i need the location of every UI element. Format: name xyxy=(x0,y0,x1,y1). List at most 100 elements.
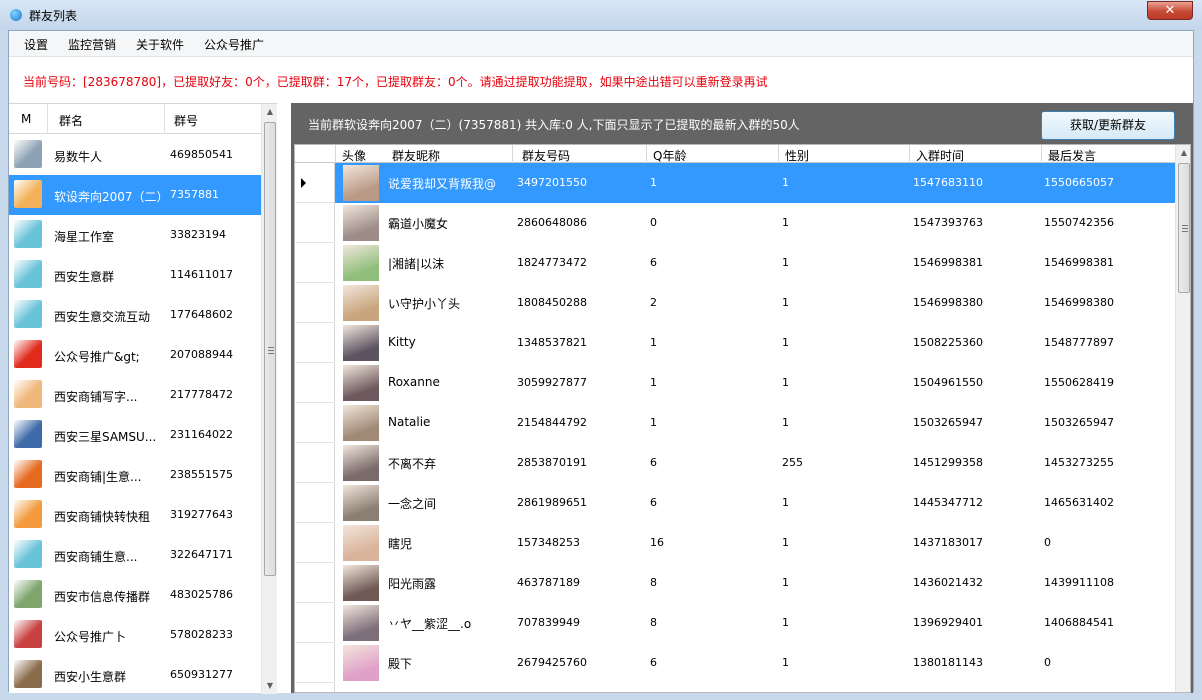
member-row[interactable]: 一念之间 2861989651 6 1 1445347712 1465631402 xyxy=(335,483,1175,523)
member-age-cell: 1 xyxy=(650,336,657,349)
group-list-item[interactable]: 西安三星SAMSU... 231164022 xyxy=(9,415,261,455)
member-row[interactable]: い守护小丫头 1808450288 2 1 1546998380 1546998380 xyxy=(335,283,1175,323)
row-selector[interactable] xyxy=(295,403,335,443)
member-row[interactable]: 丷ヤ__紫涩__.o 707839949 8 1 1396929401 140688454… xyxy=(335,603,1175,643)
column-header-q-age[interactable]: Q年龄 xyxy=(653,147,686,164)
group-list-item[interactable]: 西安商铺|生意... 238551575 xyxy=(9,455,261,495)
member-sex-cell: 1 xyxy=(782,336,789,349)
group-list-header: M 群名 群号 xyxy=(9,104,261,134)
menu-monitor-marketing[interactable]: 监控营销 xyxy=(68,36,116,53)
group-list-item[interactable]: 易数牛人 469850541 xyxy=(9,135,261,175)
group-list-panel: M 群名 群号 易数牛人 469850541 软设奔向2007（二） 7357881 海… xyxy=(9,103,277,695)
group-number: 469850541 xyxy=(170,148,233,161)
row-selector[interactable] xyxy=(295,483,335,523)
member-avatar xyxy=(343,285,379,321)
grip-line xyxy=(1182,228,1188,229)
group-list-item[interactable]: 西安商铺写字... 217778472 xyxy=(9,375,261,415)
member-row[interactable]: Roxanne 3059927877 1 1 1504961550 1550628419 xyxy=(335,363,1175,403)
row-selector[interactable] xyxy=(295,603,335,643)
column-header-avatar[interactable]: 头像 xyxy=(342,147,366,164)
member-join-cell: 1380181143 xyxy=(913,656,983,669)
group-list-item[interactable]: 西安小生意群 650931277 xyxy=(9,655,261,695)
row-selector[interactable] xyxy=(295,163,335,203)
group-list-item[interactable]: 西安市信息传播群 483025786 xyxy=(9,575,261,615)
group-list-item[interactable]: 公众号推广卜 578028233 xyxy=(9,615,261,655)
scroll-down-arrow-icon[interactable]: ▼ xyxy=(262,678,278,694)
column-header-last-speak[interactable]: 最后发言 xyxy=(1048,147,1096,164)
column-header-nickname[interactable]: 群友昵称 xyxy=(392,147,440,164)
member-sex-cell: 1 xyxy=(782,576,789,589)
refresh-members-button[interactable]: 获取/更新群友 xyxy=(1041,111,1175,140)
group-list-item[interactable]: 公众号推广&gt; 207088944 xyxy=(9,335,261,375)
menu-about[interactable]: 关于软件 xyxy=(136,36,184,53)
member-sex-cell: 1 xyxy=(782,496,789,509)
title-bar[interactable]: 群友列表 ✕ xyxy=(0,0,1202,30)
member-row[interactable]: 说爱我却又背叛我@ 3497201550 1 1 1547683110 155066505… xyxy=(335,163,1175,203)
member-row[interactable]: 殿下 2679425760 6 1 1380181143 0 xyxy=(335,643,1175,683)
row-selector[interactable] xyxy=(295,203,335,243)
scroll-up-arrow-icon[interactable]: ▲ xyxy=(262,104,278,120)
grip-line xyxy=(1182,225,1188,226)
member-last-cell: 1546998380 xyxy=(1044,296,1114,309)
member-qq-cell: 1824773472 xyxy=(517,256,587,269)
member-row[interactable]: Natalie 2154844792 1 1 1503265947 1503265947 xyxy=(335,403,1175,443)
current-row-arrow-icon xyxy=(301,178,306,188)
group-list-item[interactable]: 西安生意交流互动 177648602 xyxy=(9,295,261,335)
member-row[interactable]: 阳光雨露 463787189 8 1 1436021432 1439911108 xyxy=(335,563,1175,603)
member-sex-cell: 255 xyxy=(782,456,803,469)
row-selector[interactable] xyxy=(295,323,335,363)
menu-settings[interactable]: 设置 xyxy=(24,36,48,53)
group-list-item[interactable]: 海星工作室 33823194 xyxy=(9,215,261,255)
column-divider xyxy=(1041,145,1042,163)
client-area: 设置 监控营销 关于软件 公众号推广 当前号码：[283678780]，已提取好… xyxy=(8,30,1194,695)
member-qq-cell: 157348253 xyxy=(517,536,580,549)
column-header-group-name[interactable]: 群名 xyxy=(59,112,83,129)
group-list-item[interactable]: 软设奔向2007（二） 7357881 xyxy=(9,175,261,215)
row-selector[interactable] xyxy=(295,363,335,403)
close-button[interactable]: ✕ xyxy=(1147,1,1193,20)
row-selector[interactable] xyxy=(295,523,335,563)
group-list-scrollbar[interactable]: ▲ ▼ xyxy=(261,104,277,694)
member-qq-cell: 2679425760 xyxy=(517,656,587,669)
panel-splitter[interactable] xyxy=(277,103,291,693)
member-qq-cell: 463787189 xyxy=(517,576,580,589)
member-join-cell: 1445347712 xyxy=(913,496,983,509)
member-last-cell: 0 xyxy=(1044,536,1051,549)
row-selector[interactable] xyxy=(295,643,335,683)
scrollbar-thumb[interactable] xyxy=(1178,163,1190,293)
column-header-qq-number[interactable]: 群友号码 xyxy=(522,147,570,164)
member-age-cell: 6 xyxy=(650,496,657,509)
member-row[interactable]: |湘諸|以沫 1824773472 6 1 1546998381 1546998381 xyxy=(335,243,1175,283)
row-selector[interactable] xyxy=(295,443,335,483)
group-name: 西安小生意群 xyxy=(54,670,127,684)
group-number: 114611017 xyxy=(170,268,233,281)
column-header-m[interactable]: M xyxy=(21,112,31,126)
column-header-group-number[interactable]: 群号 xyxy=(174,112,198,129)
column-divider xyxy=(47,104,48,134)
member-row[interactable]: 瞎児 157348253 16 1 1437183017 0 xyxy=(335,523,1175,563)
member-sex-cell: 1 xyxy=(782,376,789,389)
member-row[interactable]: 霸道小魔女 2860648086 0 1 1547393763 1550742356 xyxy=(335,203,1175,243)
group-number: 319277643 xyxy=(170,508,233,521)
column-header-join-time[interactable]: 入群时间 xyxy=(916,147,964,164)
row-selector[interactable] xyxy=(295,283,335,323)
group-list-item[interactable]: 西安生意群 114611017 xyxy=(9,255,261,295)
member-qq-cell: 2861989651 xyxy=(517,496,587,509)
row-selector[interactable] xyxy=(295,243,335,283)
group-list-item[interactable]: 西安商铺快转快租 319277643 xyxy=(9,495,261,535)
member-age-cell: 2 xyxy=(650,296,657,309)
row-selector[interactable] xyxy=(295,563,335,603)
menu-promotion[interactable]: 公众号推广 xyxy=(204,36,264,53)
scroll-up-arrow-icon[interactable]: ▲ xyxy=(1176,145,1190,161)
member-row[interactable]: 不离不弃 2853870191 6 255 1451299358 1453273255 xyxy=(335,443,1175,483)
group-name: 西安商铺快转快租 xyxy=(54,510,151,524)
column-header-gender[interactable]: 性别 xyxy=(785,147,809,164)
scrollbar-thumb[interactable] xyxy=(264,122,276,576)
members-grid-scrollbar[interactable]: ▲ xyxy=(1175,145,1190,692)
member-row[interactable]: Kitty 1348537821 1 1 1508225360 1548777897 xyxy=(335,323,1175,363)
group-list-item[interactable]: 西安商铺生意... 322647171 xyxy=(9,535,261,575)
member-join-cell: 1547683110 xyxy=(913,176,983,189)
members-grid: 头像 群友昵称 群友号码 Q年龄 性别 入群时间 最后发言 说爱我却又背叛我@ 3… xyxy=(294,144,1191,693)
row-header-column xyxy=(295,163,335,692)
member-nick-cell: 不离不弃 xyxy=(388,457,437,471)
